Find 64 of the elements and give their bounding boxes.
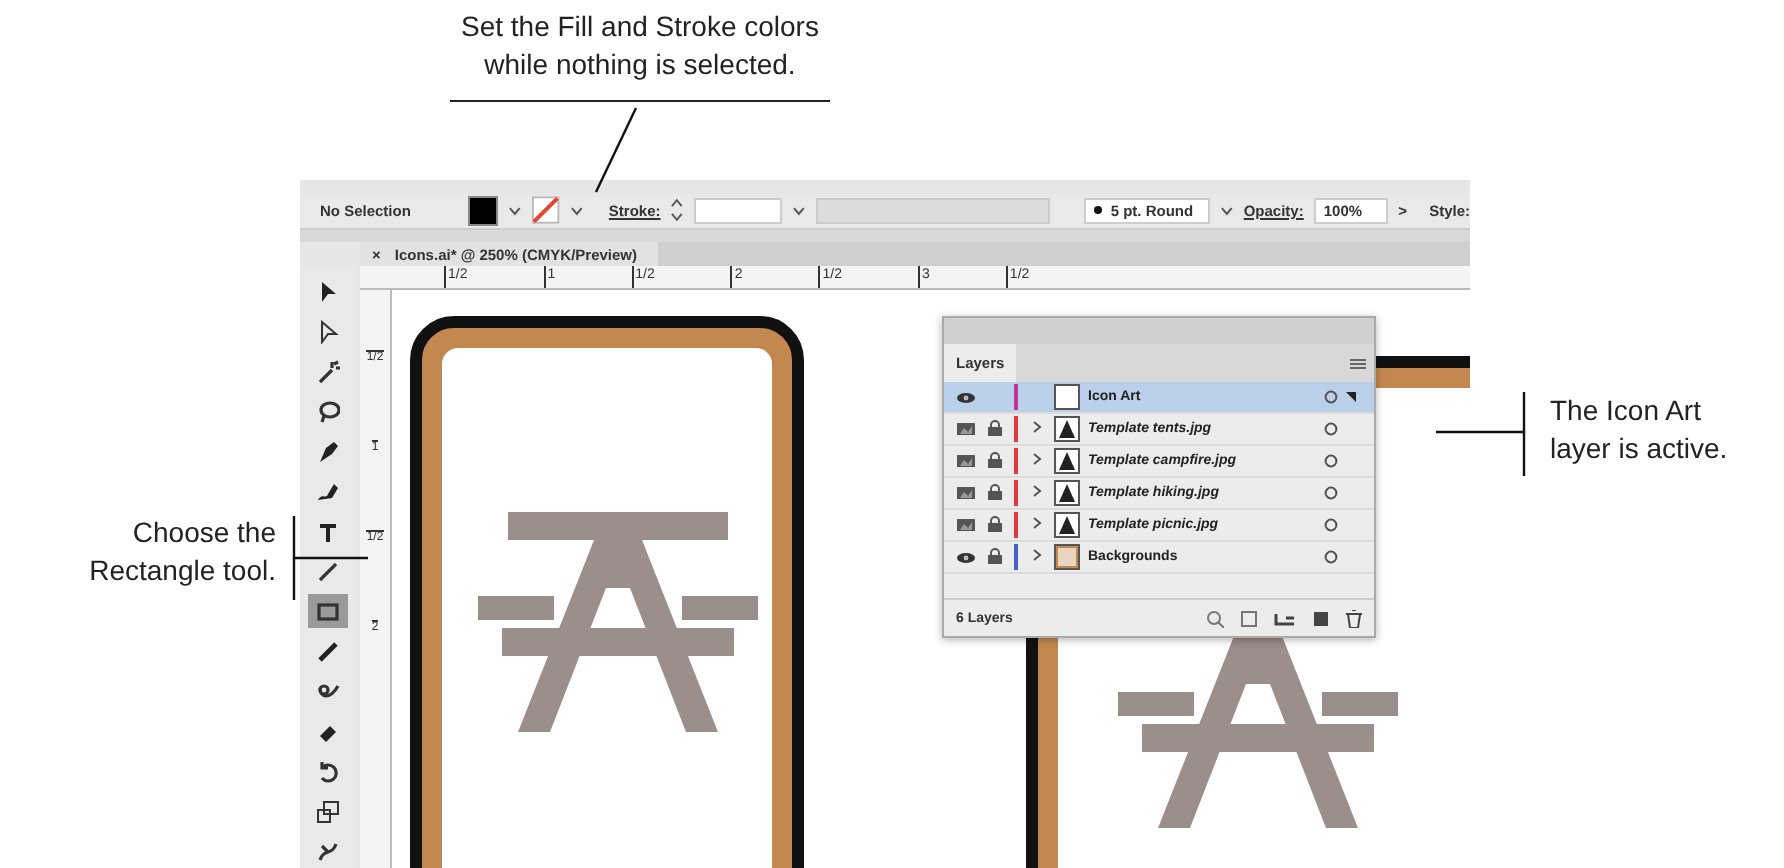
thumbnail-icon — [1054, 544, 1080, 570]
selection-corner-icon — [1346, 392, 1356, 402]
squiggle-icon — [316, 679, 340, 703]
eye-icon — [956, 391, 976, 403]
chevron-down-icon — [792, 205, 807, 216]
leader-line — [294, 556, 368, 560]
callout-text: Set the Fill and Stroke colors while nothing is selected. — [461, 8, 819, 84]
chevron-down-icon — [1220, 205, 1234, 216]
hollow-arrow-icon — [316, 319, 340, 343]
leader-line — [594, 107, 638, 193]
thumbnail-icon — [1054, 384, 1080, 410]
template-icon — [956, 454, 976, 468]
leader-line — [1436, 430, 1524, 434]
lock-icon — [988, 548, 1002, 564]
chevron-down-icon — [569, 205, 583, 216]
lock-icon — [988, 484, 1002, 500]
new-layer-icon — [1312, 609, 1330, 627]
thumbnail-icon — [1054, 512, 1080, 538]
scale-icon — [316, 799, 340, 823]
menu-icon — [1350, 357, 1366, 369]
target-circle-icon — [1324, 518, 1338, 532]
warp-icon — [316, 839, 340, 863]
curve-pen-icon — [316, 479, 340, 503]
template-icon — [956, 486, 976, 500]
lasso-icon — [316, 399, 340, 423]
clipping-mask-icon — [1240, 609, 1258, 627]
target-circle-icon — [1324, 390, 1338, 404]
no-stroke-swatch-icon — [531, 196, 560, 225]
trash-icon — [1346, 609, 1362, 627]
callout-text: Choose the Rectangle tool. — [89, 514, 276, 590]
line-icon — [316, 559, 340, 583]
callout-text: The Icon Art layer is active. — [1550, 392, 1730, 468]
rotate-icon — [316, 759, 340, 783]
template-icon — [956, 422, 976, 436]
rectangle-icon — [316, 599, 340, 623]
thumbnail-icon — [1054, 416, 1080, 442]
chevron-right-icon — [1031, 420, 1041, 434]
lock-icon — [988, 516, 1002, 532]
target-circle-icon — [1324, 454, 1338, 468]
fill-swatch[interactable] — [468, 195, 499, 226]
new-sublayer-icon — [1274, 609, 1296, 627]
chevron-down-icon — [508, 205, 522, 216]
chevron-right-icon — [1031, 516, 1041, 530]
chevron-right-icon — [1031, 548, 1041, 562]
spinner-icon — [670, 198, 685, 223]
target-circle-icon — [1324, 550, 1338, 564]
thumbnail-icon — [1054, 480, 1080, 506]
arrow-icon — [316, 279, 340, 303]
template-icon — [956, 518, 976, 532]
lock-icon — [988, 420, 1002, 436]
paintbrush-icon — [316, 639, 340, 663]
chevron-right-icon — [1031, 484, 1041, 498]
wand-icon — [316, 359, 340, 383]
lock-icon — [988, 452, 1002, 468]
pen-nib-icon — [316, 439, 340, 463]
search-icon — [1206, 609, 1224, 627]
thumbnail-icon — [1054, 448, 1080, 474]
target-circle-icon — [1324, 486, 1338, 500]
stroke-weight-field[interactable] — [694, 197, 783, 224]
target-circle-icon — [1324, 422, 1338, 436]
eye-icon — [956, 551, 976, 563]
type-tool-icon — [316, 519, 340, 543]
dot-icon — [1094, 206, 1103, 215]
chevron-right-icon — [1031, 452, 1041, 466]
